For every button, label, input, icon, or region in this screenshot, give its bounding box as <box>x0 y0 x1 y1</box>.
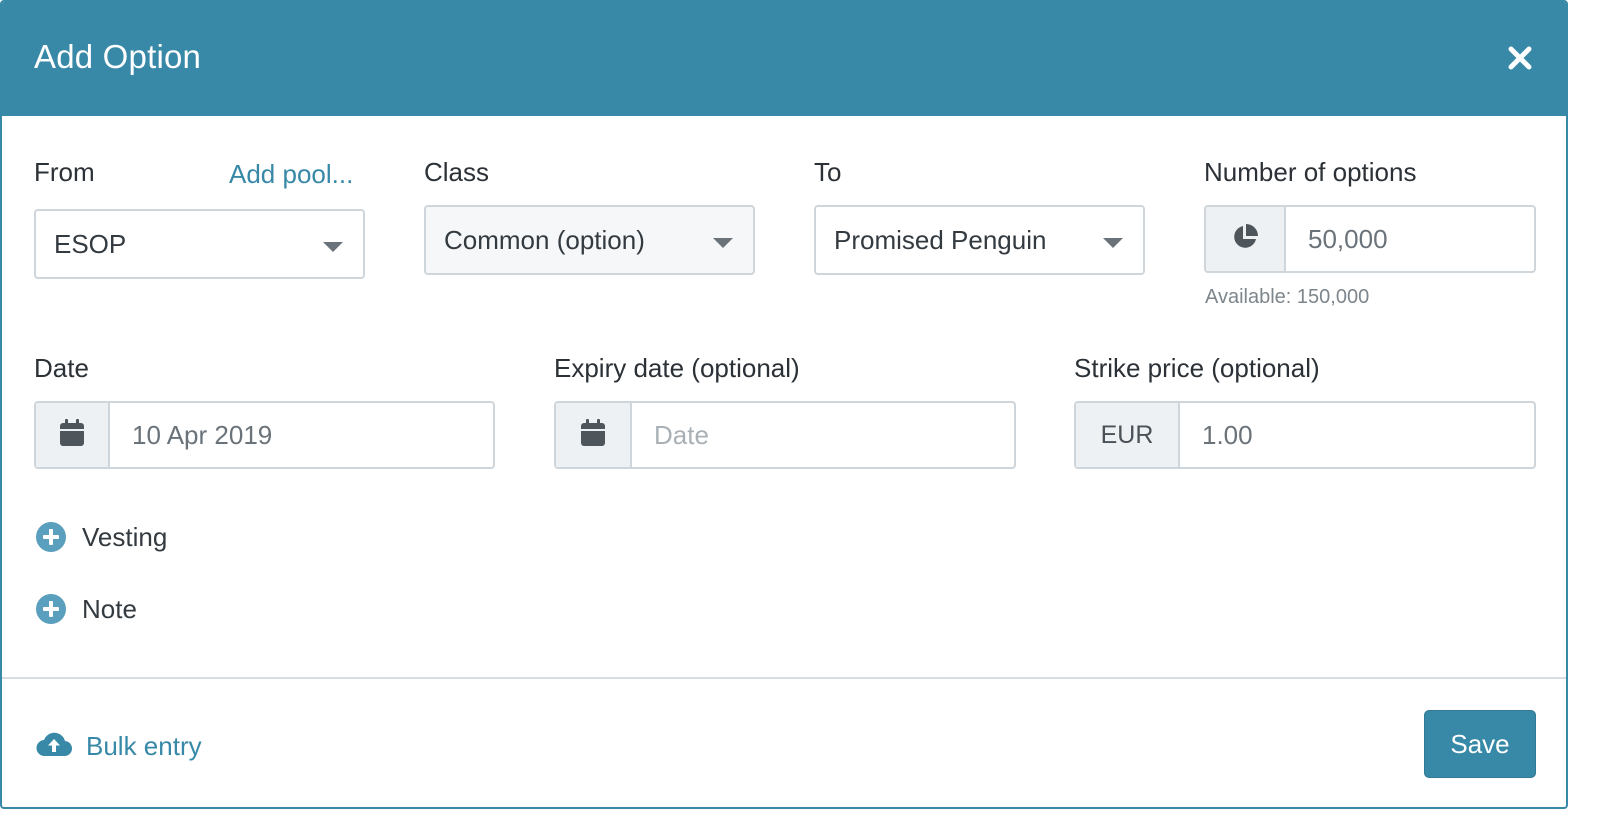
class-select-value: Common (option) <box>444 225 645 255</box>
from-select-value: ESOP <box>54 229 127 259</box>
date-field: 10 Apr 2019 <box>34 401 495 469</box>
close-icon[interactable] <box>1502 40 1538 76</box>
add-option-dialog: Add Option From Add pool... ESOP Class C… <box>0 0 1568 809</box>
currency-label: EUR <box>1100 420 1154 449</box>
date-input[interactable]: 10 Apr 2019 <box>110 403 493 467</box>
strike-price-field: EUR 1.00 <box>1074 401 1536 469</box>
expiry-date-addon[interactable] <box>556 403 632 467</box>
to-select[interactable]: Promised Penguin <box>814 205 1145 275</box>
bulk-entry-label: Bulk entry <box>86 731 202 761</box>
calendar-icon <box>580 418 606 452</box>
dialog-header: Add Option <box>2 2 1566 116</box>
to-select-value: Promised Penguin <box>834 225 1047 255</box>
strike-price-label: Strike price (optional) <box>1074 353 1320 383</box>
from-select[interactable]: ESOP <box>34 209 365 279</box>
dialog-title: Add Option <box>34 38 202 75</box>
note-toggle[interactable]: Note <box>36 593 137 625</box>
number-of-options-input[interactable]: 50,000 <box>1286 207 1534 271</box>
add-pool-link[interactable]: Add pool... <box>229 159 353 190</box>
strike-price-input[interactable]: 1.00 <box>1180 403 1534 467</box>
bulk-entry-link[interactable]: Bulk entry <box>36 730 202 763</box>
cloud-upload-icon <box>36 730 73 763</box>
class-select[interactable]: Common (option) <box>424 205 755 275</box>
footer-divider <box>2 677 1566 679</box>
chevron-down-icon <box>1103 238 1123 248</box>
date-addon[interactable] <box>36 403 110 467</box>
save-button[interactable]: Save <box>1424 710 1536 778</box>
available-help-text: Available: 150,000 <box>1205 286 1370 308</box>
expiry-date-label: Expiry date (optional) <box>554 353 800 383</box>
from-label: From <box>34 157 95 187</box>
to-label: To <box>814 157 842 187</box>
currency-addon: EUR <box>1076 403 1180 467</box>
chevron-down-icon <box>713 238 733 248</box>
plus-circle-icon <box>36 522 66 552</box>
expiry-date-field: Date <box>554 401 1016 469</box>
number-of-options-label: Number of options <box>1204 157 1417 187</box>
number-of-options-field: 50,000 <box>1204 205 1536 273</box>
date-label: Date <box>34 353 89 383</box>
expiry-date-input[interactable]: Date <box>632 403 1014 467</box>
calendar-icon <box>59 418 85 452</box>
pie-chart-icon <box>1230 222 1260 257</box>
note-label: Note <box>82 593 137 624</box>
vesting-toggle[interactable]: Vesting <box>36 521 167 553</box>
chevron-down-icon <box>323 242 343 252</box>
number-of-options-addon <box>1206 207 1286 271</box>
class-label: Class <box>424 157 490 187</box>
plus-circle-icon <box>36 594 66 624</box>
vesting-label: Vesting <box>82 521 168 552</box>
